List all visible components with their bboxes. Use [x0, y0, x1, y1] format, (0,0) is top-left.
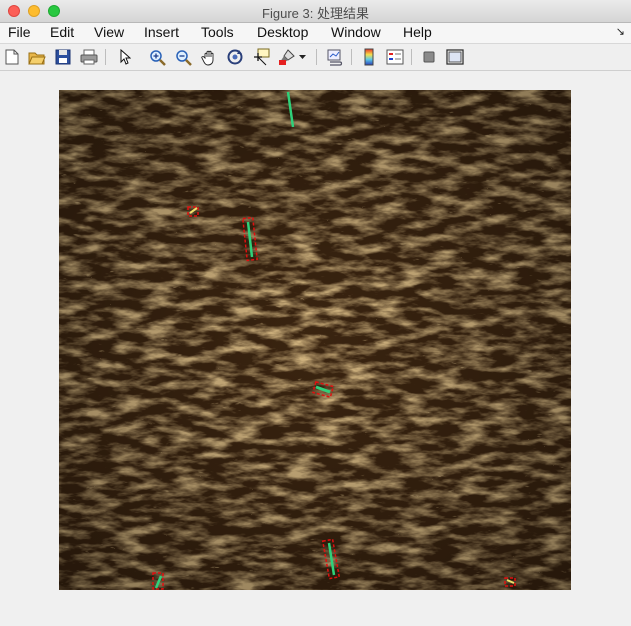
insert-legend-icon[interactable]	[386, 48, 404, 66]
brush-dropdown-icon[interactable]	[298, 48, 308, 66]
menu-file[interactable]: File	[6, 24, 33, 40]
save-figure-icon[interactable]	[54, 48, 72, 66]
menu-insert[interactable]: Insert	[142, 24, 181, 40]
toolbar-separator	[411, 49, 412, 65]
dock-figure-icon[interactable]: ↘	[616, 25, 625, 38]
print-figure-icon[interactable]	[80, 48, 98, 66]
toolbar-separator	[316, 49, 317, 65]
figure-canvas	[0, 71, 631, 626]
menu-desktop[interactable]: Desktop	[255, 24, 310, 40]
edit-plot-arrow-icon[interactable]	[116, 48, 134, 66]
window-title: Figure 3: 处理结果	[262, 6, 369, 21]
image-axes[interactable]	[59, 90, 571, 590]
data-cursor-icon[interactable]	[252, 48, 270, 66]
open-file-icon[interactable]	[28, 48, 46, 66]
hide-plot-tools-icon[interactable]	[420, 48, 438, 66]
menu-bar: File Edit View Insert Tools Desktop Wind…	[0, 23, 631, 44]
show-plot-tools-icon[interactable]	[446, 48, 464, 66]
processed-texture-image	[59, 90, 571, 590]
menu-edit[interactable]: Edit	[48, 24, 76, 40]
figure-toolbar	[0, 44, 631, 71]
zoom-in-icon[interactable]	[148, 48, 166, 66]
toolbar-separator	[105, 49, 106, 65]
menu-view[interactable]: View	[92, 24, 126, 40]
toolbar-separator	[351, 49, 352, 65]
rotate-3d-icon[interactable]	[226, 48, 244, 66]
pan-hand-icon[interactable]	[200, 48, 218, 66]
brush-icon[interactable]	[278, 48, 296, 66]
menu-window[interactable]: Window	[329, 24, 383, 40]
menu-help[interactable]: Help	[401, 24, 434, 40]
new-figure-icon[interactable]	[3, 48, 21, 66]
zoom-out-icon[interactable]	[174, 48, 192, 66]
link-plot-icon[interactable]	[326, 48, 344, 66]
insert-colorbar-icon[interactable]	[360, 48, 378, 66]
menu-tools[interactable]: Tools	[199, 24, 236, 40]
matlab-figure-window: Figure 3: 处理结果 File Edit View Insert Too…	[0, 0, 631, 626]
title-bar[interactable]: Figure 3: 处理结果	[0, 0, 631, 23]
